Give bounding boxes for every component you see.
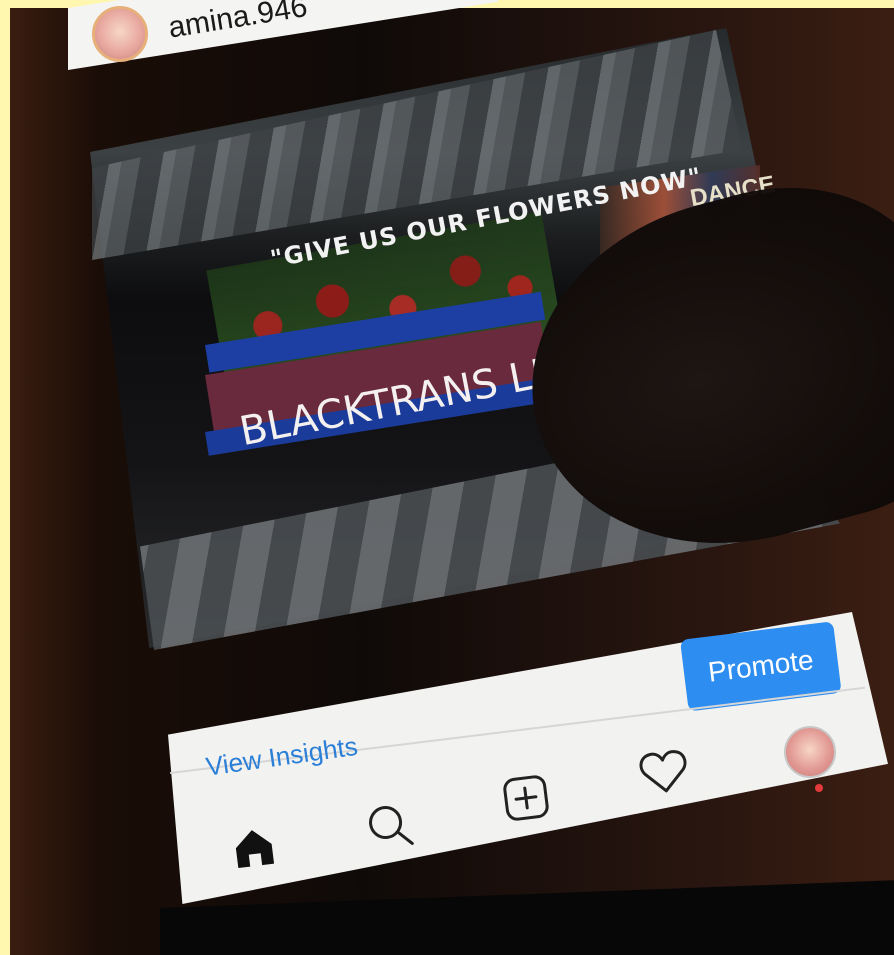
avatar[interactable] (92, 6, 148, 62)
home-icon[interactable] (223, 817, 285, 879)
plus-square-icon[interactable] (495, 767, 557, 829)
heart-icon[interactable] (633, 741, 695, 803)
search-icon[interactable] (359, 795, 421, 857)
photo-scene: amina.946 "GIVE US OUR FLOWERS NOW" BLAC… (0, 0, 894, 955)
notification-dot (815, 784, 823, 792)
